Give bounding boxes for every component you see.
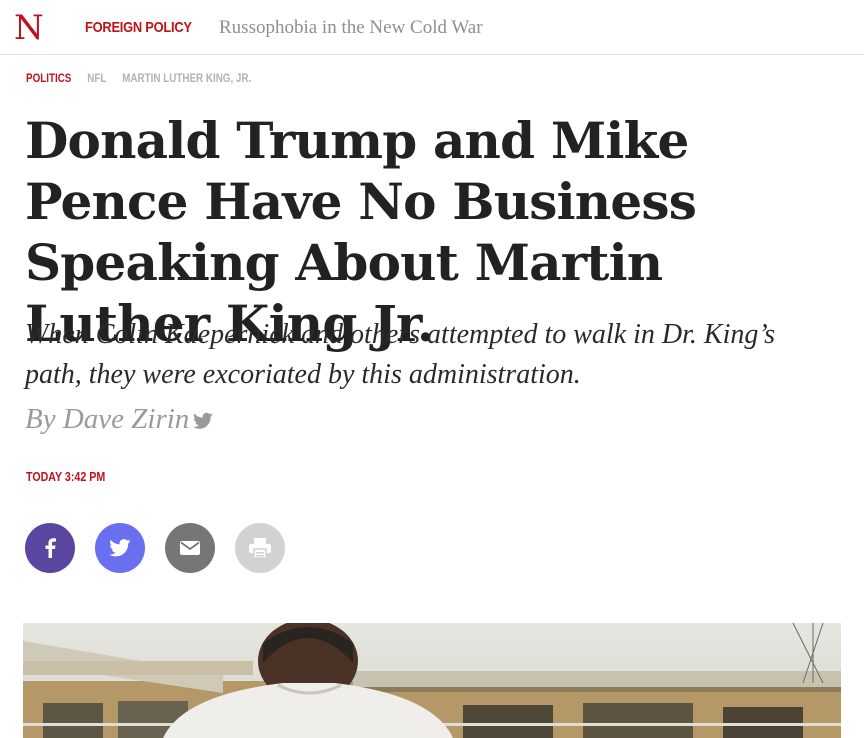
section-link-foreign-policy[interactable]: FOREIGN POLICY <box>85 19 192 36</box>
byline-prefix: By <box>25 403 56 435</box>
tag-nfl[interactable]: NFL <box>87 71 106 85</box>
share-twitter-button[interactable] <box>95 523 145 573</box>
facebook-icon <box>44 538 56 558</box>
site-logo[interactable]: N <box>14 8 44 48</box>
byline: By Dave Zirin <box>25 403 213 436</box>
twitter-icon <box>109 539 131 557</box>
article-dek: When Colin Kaepernick and others attempt… <box>25 319 775 390</box>
email-icon <box>180 541 200 555</box>
site-header: N FOREIGN POLICY Russophobia in the New … <box>0 0 864 55</box>
related-story-link[interactable]: Russophobia in the New Cold War <box>219 17 483 39</box>
print-button[interactable] <box>235 523 285 573</box>
share-facebook-button[interactable] <box>25 523 75 573</box>
tag-politics[interactable]: POLITICS <box>26 71 71 85</box>
hero-image <box>23 623 841 738</box>
tag-martin-luther-king[interactable]: MARTIN LUTHER KING, JR. <box>122 71 251 85</box>
publish-timestamp: TODAY 3:42 PM <box>26 469 106 484</box>
author-twitter-icon[interactable] <box>193 405 213 429</box>
article-tags: POLITICS NFL MARTIN LUTHER KING, JR. <box>26 71 264 87</box>
print-icon <box>249 538 271 558</box>
share-email-button[interactable] <box>165 523 215 573</box>
author-link[interactable]: Dave Zirin <box>63 403 189 435</box>
